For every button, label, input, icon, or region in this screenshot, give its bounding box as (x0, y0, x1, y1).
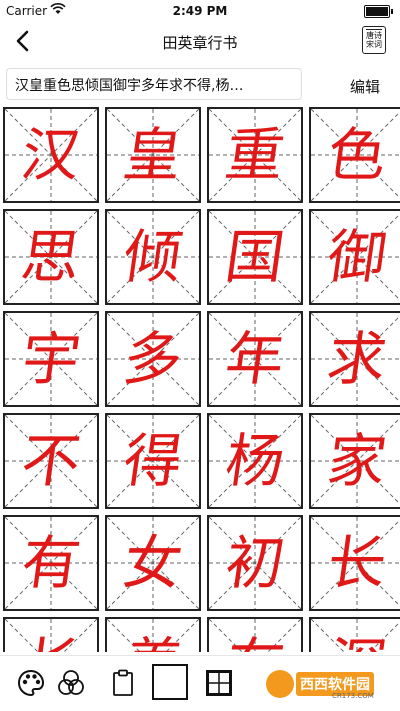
calligraphy-character: 杨 (221, 427, 289, 495)
status-bar: Carrier 2:49 PM (0, 0, 400, 22)
grid-cell[interactable]: 御 (309, 209, 400, 305)
calligraphy-character: 求 (323, 325, 391, 393)
calligraphy-character: 国 (221, 223, 289, 291)
grid-cell[interactable]: 深 (309, 617, 400, 652)
grid-cell[interactable]: 养 (105, 617, 201, 652)
watermark-logo-icon (266, 670, 294, 698)
calligraphy-character: 思 (17, 223, 85, 291)
square-frame-icon[interactable] (152, 664, 188, 700)
calligraphy-character: 御 (323, 223, 391, 291)
page-title: 田英章行书 (162, 34, 238, 52)
poem-button-line-2: 宋词 (366, 40, 382, 49)
watermark: 西西软件园 CR173.COM (262, 666, 400, 702)
calligraphy-character: 长 (323, 529, 391, 597)
calligraphy-character: 得 (119, 427, 187, 495)
palette-icon[interactable] (16, 668, 46, 698)
color-mix-icon[interactable] (56, 668, 86, 698)
text-row: 汉皇重色思倾国御宇多年求不得,杨… 编辑 (0, 62, 400, 106)
watermark-subtext: CR173.COM (332, 692, 374, 700)
calligraphy-character: 皇 (119, 121, 187, 189)
calligraphy-character: 色 (323, 121, 391, 189)
grid-cell[interactable]: 得 (105, 413, 201, 509)
grid-cell[interactable]: 女 (105, 515, 201, 611)
poem-button-line-1: 唐诗 (366, 31, 382, 40)
grid-cell[interactable]: 在 (207, 617, 303, 652)
calligraphy-character: 深 (305, 619, 400, 652)
navigation-bar: 田英章行书 唐诗 宋词 (0, 22, 400, 62)
calligraphy-character: 汉 (17, 121, 85, 189)
calligraphy-character: 倾 (119, 223, 187, 291)
calligraphy-character: 多 (119, 325, 187, 393)
calligraphy-character: 有 (17, 529, 85, 597)
clock: 2:49 PM (172, 4, 228, 18)
bottom-toolbar: 西西软件园 CR173.COM (0, 655, 400, 711)
grid-cell[interactable]: 年 (207, 311, 303, 407)
grid-cell[interactable]: 家 (309, 413, 400, 509)
grid-cell[interactable]: 国 (207, 209, 303, 305)
calligraphy-character: 在 (203, 619, 308, 652)
edit-button[interactable]: 编辑 (350, 76, 380, 97)
grid-style-icon[interactable] (204, 668, 234, 698)
calligraphy-grid: 汉皇重色思倾国御宇多年求不得杨家有女初长长养在深 (0, 107, 400, 652)
grid-cell[interactable]: 杨 (207, 413, 303, 509)
calligraphy-character: 家 (323, 427, 391, 495)
grid-cell[interactable]: 多 (105, 311, 201, 407)
grid-cell[interactable]: 宇 (3, 311, 99, 407)
grid-cell[interactable]: 有 (3, 515, 99, 611)
grid-cell[interactable]: 皇 (105, 107, 201, 203)
grid-cell[interactable]: 色 (309, 107, 400, 203)
grid-cell[interactable]: 长 (309, 515, 400, 611)
grid-cell[interactable]: 初 (207, 515, 303, 611)
grid-cell[interactable]: 倾 (105, 209, 201, 305)
calligraphy-character: 不 (17, 427, 85, 495)
battery-icon (364, 5, 393, 18)
calligraphy-character: 初 (221, 529, 289, 597)
clipboard-icon[interactable] (108, 668, 138, 698)
grid-cell[interactable]: 汉 (3, 107, 99, 203)
grid-cell[interactable]: 长 (3, 617, 99, 652)
grid-cell[interactable]: 不 (3, 413, 99, 509)
poem-selector-button[interactable]: 唐诗 宋词 (362, 26, 386, 54)
calligraphy-character: 女 (119, 529, 187, 597)
practice-text-field[interactable]: 汉皇重色思倾国御宇多年求不得,杨… (6, 68, 302, 100)
grid-cell[interactable]: 求 (309, 311, 400, 407)
calligraphy-character: 年 (221, 325, 289, 393)
calligraphy-character: 长 (0, 619, 103, 652)
grid-cell[interactable]: 重 (207, 107, 303, 203)
calligraphy-character: 养 (101, 619, 206, 652)
calligraphy-character: 宇 (17, 325, 85, 393)
calligraphy-character: 重 (221, 121, 289, 189)
grid-cell[interactable]: 思 (3, 209, 99, 305)
